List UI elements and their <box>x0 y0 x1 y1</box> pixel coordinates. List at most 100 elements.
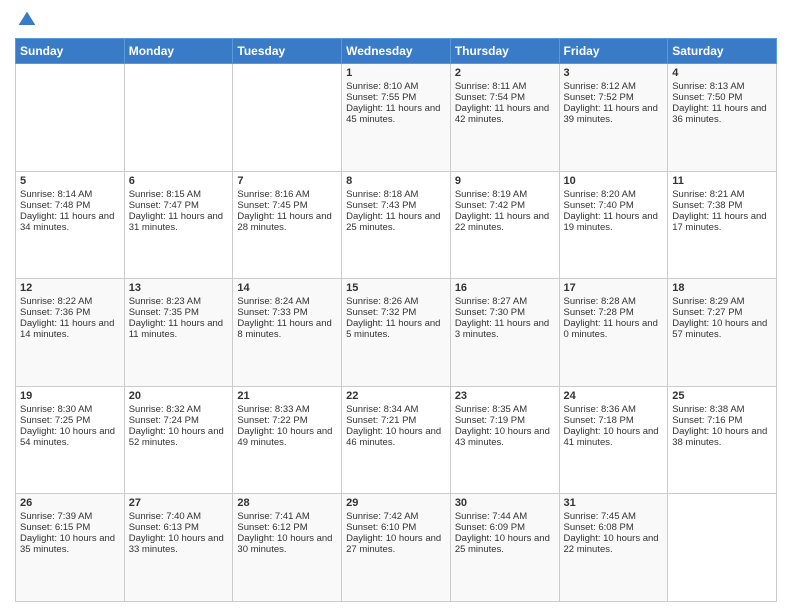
day-info: Sunset: 7:47 PM <box>129 200 229 211</box>
calendar-cell: 11Sunrise: 8:21 AMSunset: 7:38 PMDayligh… <box>668 171 777 279</box>
day-number: 19 <box>20 390 120 402</box>
day-info: Daylight: 11 hours and 36 minutes. <box>672 103 772 125</box>
day-info: Daylight: 11 hours and 39 minutes. <box>564 103 664 125</box>
day-info: Sunrise: 8:16 AM <box>237 189 337 200</box>
day-info: Daylight: 10 hours and 43 minutes. <box>455 426 555 448</box>
calendar-cell: 1Sunrise: 8:10 AMSunset: 7:55 PMDaylight… <box>342 64 451 172</box>
logo-icon <box>17 10 37 30</box>
calendar-cell: 27Sunrise: 7:40 AMSunset: 6:13 PMDayligh… <box>124 494 233 602</box>
day-info: Daylight: 10 hours and 22 minutes. <box>564 533 664 555</box>
calendar-cell: 15Sunrise: 8:26 AMSunset: 7:32 PMDayligh… <box>342 279 451 387</box>
day-info: Sunrise: 8:13 AM <box>672 81 772 92</box>
day-info: Daylight: 11 hours and 14 minutes. <box>20 318 120 340</box>
day-info: Daylight: 11 hours and 5 minutes. <box>346 318 446 340</box>
day-number: 8 <box>346 175 446 187</box>
day-info: Sunrise: 7:41 AM <box>237 511 337 522</box>
day-info: Sunset: 7:18 PM <box>564 415 664 426</box>
day-number: 22 <box>346 390 446 402</box>
day-number: 12 <box>20 282 120 294</box>
day-info: Sunset: 7:27 PM <box>672 307 772 318</box>
day-info: Sunrise: 8:14 AM <box>20 189 120 200</box>
day-info: Sunrise: 8:24 AM <box>237 296 337 307</box>
day-info: Sunrise: 8:18 AM <box>346 189 446 200</box>
calendar-week-row: 5Sunrise: 8:14 AMSunset: 7:48 PMDaylight… <box>16 171 777 279</box>
day-number: 20 <box>129 390 229 402</box>
calendar-cell: 28Sunrise: 7:41 AMSunset: 6:12 PMDayligh… <box>233 494 342 602</box>
calendar-cell: 31Sunrise: 7:45 AMSunset: 6:08 PMDayligh… <box>559 494 668 602</box>
day-info: Daylight: 10 hours and 33 minutes. <box>129 533 229 555</box>
page: SundayMondayTuesdayWednesdayThursdayFrid… <box>0 0 792 612</box>
calendar-week-row: 1Sunrise: 8:10 AMSunset: 7:55 PMDaylight… <box>16 64 777 172</box>
day-number: 7 <box>237 175 337 187</box>
day-info: Sunset: 7:38 PM <box>672 200 772 211</box>
day-info: Daylight: 11 hours and 8 minutes. <box>237 318 337 340</box>
day-info: Sunrise: 8:15 AM <box>129 189 229 200</box>
calendar-cell: 21Sunrise: 8:33 AMSunset: 7:22 PMDayligh… <box>233 386 342 494</box>
day-info: Sunrise: 8:23 AM <box>129 296 229 307</box>
day-info: Daylight: 10 hours and 46 minutes. <box>346 426 446 448</box>
calendar-cell: 3 Sunrise: 8:12 AMSunset: 7:52 PMDaylight… <box>559 64 668 172</box>
day-info: Sunset: 7:40 PM <box>564 200 664 211</box>
day-info: Sunset: 7:42 PM <box>455 200 555 211</box>
day-info: Sunset: 7:28 PM <box>564 307 664 318</box>
day-info: Sunrise: 8:36 AM <box>564 404 664 415</box>
day-info: Daylight: 10 hours and 25 minutes. <box>455 533 555 555</box>
day-info: Sunrise: 8:19 AM <box>455 189 555 200</box>
day-header-monday: Monday <box>124 39 233 64</box>
day-header-thursday: Thursday <box>450 39 559 64</box>
day-info: Sunset: 7:54 PM <box>455 92 555 103</box>
day-info: Sunrise: 8:21 AM <box>672 189 772 200</box>
day-number: 18 <box>672 282 772 294</box>
day-header-sunday: Sunday <box>16 39 125 64</box>
day-info: Sunset: 7:48 PM <box>20 200 120 211</box>
calendar-cell: 14Sunrise: 8:24 AMSunset: 7:33 PMDayligh… <box>233 279 342 387</box>
calendar-cell: 20 Sunrise: 8:32 AMSunset: 7:24 PMDayligh… <box>124 386 233 494</box>
day-info: Sunset: 7:52 PM <box>564 92 664 103</box>
day-info: Sunset: 6:12 PM <box>237 522 337 533</box>
day-header-saturday: Saturday <box>668 39 777 64</box>
day-number: 27 <box>129 497 229 509</box>
day-info: Sunrise: 8:30 AM <box>20 404 120 415</box>
day-info: Sunset: 7:19 PM <box>455 415 555 426</box>
day-info: Sunrise: 8:34 AM <box>346 404 446 415</box>
day-info: Sunset: 7:50 PM <box>672 92 772 103</box>
day-info: Sunrise: 8:12 AM <box>564 81 664 92</box>
day-number: 3 <box>564 67 664 79</box>
calendar-cell <box>16 64 125 172</box>
day-info: Sunset: 7:45 PM <box>237 200 337 211</box>
day-info: Sunset: 7:35 PM <box>129 307 229 318</box>
day-number: 1 <box>346 67 446 79</box>
day-number: 17 <box>564 282 664 294</box>
day-info: Sunrise: 8:32 AM <box>129 404 229 415</box>
day-info: Sunrise: 8:33 AM <box>237 404 337 415</box>
day-info: Daylight: 10 hours and 35 minutes. <box>20 533 120 555</box>
day-info: Sunrise: 8:27 AM <box>455 296 555 307</box>
header <box>15 10 777 30</box>
day-info: Sunrise: 7:39 AM <box>20 511 120 522</box>
day-number: 4 <box>672 67 772 79</box>
calendar-cell: 22 Sunrise: 8:34 AMSunset: 7:21 PMDayligh… <box>342 386 451 494</box>
calendar-header-row: SundayMondayTuesdayWednesdayThursdayFrid… <box>16 39 777 64</box>
day-number: 23 <box>455 390 555 402</box>
calendar-cell: 24Sunrise: 8:36 AMSunset: 7:18 PMDayligh… <box>559 386 668 494</box>
day-info: Sunset: 7:30 PM <box>455 307 555 318</box>
calendar-cell: 9Sunrise: 8:19 AMSunset: 7:42 PMDaylight… <box>450 171 559 279</box>
calendar-cell: 29Sunrise: 7:42 AMSunset: 6:10 PMDayligh… <box>342 494 451 602</box>
day-number: 13 <box>129 282 229 294</box>
day-number: 5 <box>20 175 120 187</box>
day-info: Daylight: 10 hours and 41 minutes. <box>564 426 664 448</box>
day-info: Sunrise: 8:22 AM <box>20 296 120 307</box>
day-info: Sunset: 7:22 PM <box>237 415 337 426</box>
day-number: 21 <box>237 390 337 402</box>
day-info: Daylight: 10 hours and 52 minutes. <box>129 426 229 448</box>
calendar-cell: 16Sunrise: 8:27 AMSunset: 7:30 PMDayligh… <box>450 279 559 387</box>
day-info: Daylight: 11 hours and 3 minutes. <box>455 318 555 340</box>
day-number: 28 <box>237 497 337 509</box>
day-info: Sunset: 7:24 PM <box>129 415 229 426</box>
day-number: 29 <box>346 497 446 509</box>
day-info: Daylight: 10 hours and 57 minutes. <box>672 318 772 340</box>
day-info: Sunset: 7:21 PM <box>346 415 446 426</box>
day-info: Daylight: 10 hours and 27 minutes. <box>346 533 446 555</box>
day-header-tuesday: Tuesday <box>233 39 342 64</box>
calendar-cell: 17Sunrise: 8:28 AMSunset: 7:28 PMDayligh… <box>559 279 668 387</box>
